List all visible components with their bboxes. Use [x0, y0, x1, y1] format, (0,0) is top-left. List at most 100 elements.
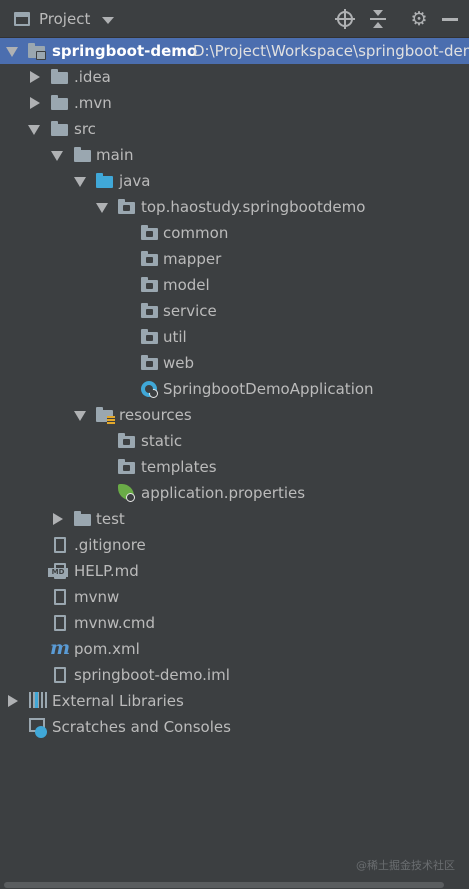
- tree-item-label: Scratches and Consoles: [52, 718, 231, 736]
- tree-item-java[interactable]: java: [0, 168, 469, 194]
- expand-arrow-icon[interactable]: [96, 203, 108, 213]
- tree-item-application-properties[interactable]: application.properties: [0, 480, 469, 506]
- module-folder-icon: [28, 43, 46, 60]
- tree-item-templates[interactable]: templates: [0, 454, 469, 480]
- text-file-icon: [54, 537, 66, 553]
- project-view-selector[interactable]: Project: [39, 10, 90, 28]
- collapse-all-icon[interactable]: [368, 9, 388, 29]
- tree-item-label: mapper: [163, 250, 222, 268]
- expand-arrow-icon[interactable]: [74, 411, 86, 421]
- tree-item-mapper[interactable]: mapper: [0, 246, 469, 272]
- horizontal-scrollbar[interactable]: [0, 881, 469, 889]
- tree-item-common[interactable]: common: [0, 220, 469, 246]
- tree-item-mvn[interactable]: .mvn: [0, 90, 469, 116]
- package-icon: [141, 329, 158, 344]
- tree-item-mvnw-cmd[interactable]: mvnw.cmd: [0, 610, 469, 636]
- tree-item-label: util: [163, 328, 187, 346]
- tree-item-util[interactable]: util: [0, 324, 469, 350]
- tree-item-label: HELP.md: [74, 562, 139, 580]
- tree-item-label: resources: [119, 406, 192, 424]
- tree-item-external-libraries[interactable]: External Libraries: [0, 688, 469, 714]
- tree-item-test[interactable]: test: [0, 506, 469, 532]
- tree-item-pom-xml[interactable]: m pom.xml: [0, 636, 469, 662]
- expand-arrow-icon[interactable]: [8, 695, 18, 707]
- tree-item-label: top.haostudy.springbootdemo: [141, 198, 366, 216]
- project-toolbar: Project ⚙: [0, 0, 469, 38]
- package-icon: [118, 199, 135, 214]
- expand-arrow-icon[interactable]: [28, 125, 40, 135]
- tree-item-scratches[interactable]: Scratches and Consoles: [0, 714, 469, 740]
- maven-icon: m: [50, 637, 71, 659]
- expand-arrow-icon[interactable]: [53, 513, 63, 525]
- tree-item-iml[interactable]: springboot-demo.iml: [0, 662, 469, 688]
- tree-item-label: java: [119, 172, 151, 190]
- scrollbar-thumb[interactable]: [4, 882, 444, 888]
- tree-item-label: main: [96, 146, 134, 164]
- resources-folder-icon: [96, 407, 115, 424]
- expand-arrow-icon[interactable]: [74, 177, 86, 187]
- expand-arrow-icon[interactable]: [51, 151, 63, 161]
- tree-item-label: test: [96, 510, 125, 528]
- tree-item-src[interactable]: src: [0, 116, 469, 142]
- source-folder-icon: [96, 173, 113, 188]
- tree-item-project-root[interactable]: springboot-demo D:\Project\Workspace\spr…: [0, 38, 469, 64]
- package-icon: [141, 355, 158, 370]
- text-file-icon: [54, 589, 66, 605]
- package-icon: [141, 303, 158, 318]
- tree-item-label: mvnw: [74, 588, 120, 606]
- md-badge: MD: [48, 568, 68, 577]
- module-file-icon: [54, 667, 66, 683]
- tree-item-static[interactable]: static: [0, 428, 469, 454]
- tree-item-label: External Libraries: [52, 692, 184, 710]
- gear-icon[interactable]: ⚙: [409, 9, 429, 29]
- package-icon: [141, 251, 158, 266]
- chevron-down-icon[interactable]: [102, 17, 114, 24]
- tree-item-resources[interactable]: resources: [0, 402, 469, 428]
- tree-item-label: .mvn: [74, 94, 112, 112]
- tree-item-label: src: [74, 120, 96, 138]
- tree-item-label: mvnw.cmd: [74, 614, 156, 632]
- tree-item-label: model: [163, 276, 210, 294]
- package-icon: [118, 459, 135, 474]
- package-icon: [141, 225, 158, 240]
- tree-item-web[interactable]: web: [0, 350, 469, 376]
- libraries-icon: [29, 692, 47, 708]
- tree-item-model[interactable]: model: [0, 272, 469, 298]
- expand-arrow-icon[interactable]: [30, 71, 40, 83]
- project-tool-window: Project ⚙ springboot-demo D:\Project\Wor…: [0, 0, 469, 889]
- tree-item-label: .idea: [74, 68, 111, 86]
- tree-item-label: web: [163, 354, 195, 372]
- project-name: springboot-demo: [52, 42, 198, 60]
- hide-panel-icon[interactable]: [440, 9, 460, 29]
- folder-icon: [51, 95, 68, 110]
- folder-icon: [74, 147, 91, 162]
- spring-properties-icon: [118, 484, 135, 502]
- spring-boot-class-icon: [141, 381, 158, 398]
- tree-item-help-md[interactable]: MD HELP.md: [0, 558, 469, 584]
- folder-icon: [74, 511, 91, 526]
- tree-item-main[interactable]: main: [0, 142, 469, 168]
- tree-item-label: static: [141, 432, 183, 450]
- tree-item-application-class[interactable]: SpringbootDemoApplication: [0, 376, 469, 402]
- watermark: @稀土掘金技术社区: [356, 859, 455, 872]
- tree-item-label: service: [163, 302, 217, 320]
- expand-arrow-icon[interactable]: [30, 97, 40, 109]
- tree-item-idea[interactable]: .idea: [0, 64, 469, 90]
- tree-item-service[interactable]: service: [0, 298, 469, 324]
- locate-file-icon[interactable]: [335, 9, 355, 29]
- tree-item-label: SpringbootDemoApplication: [163, 380, 374, 398]
- tree-item-label: common: [163, 224, 229, 242]
- text-file-icon: [54, 615, 66, 631]
- expand-arrow-icon[interactable]: [6, 47, 18, 57]
- tree-item-label: application.properties: [141, 484, 306, 502]
- tree-item-package[interactable]: top.haostudy.springbootdemo: [0, 194, 469, 220]
- folder-icon: [51, 121, 68, 136]
- package-icon: [141, 277, 158, 292]
- tree-item-mvnw[interactable]: mvnw: [0, 584, 469, 610]
- tree-item-label: .gitignore: [74, 536, 146, 554]
- package-icon: [118, 433, 135, 448]
- project-path: D:\Project\Workspace\springboot-demo: [193, 42, 469, 60]
- tree-item-gitignore[interactable]: .gitignore: [0, 532, 469, 558]
- project-panel-icon: [14, 12, 30, 26]
- tree-item-label: springboot-demo.iml: [74, 666, 230, 684]
